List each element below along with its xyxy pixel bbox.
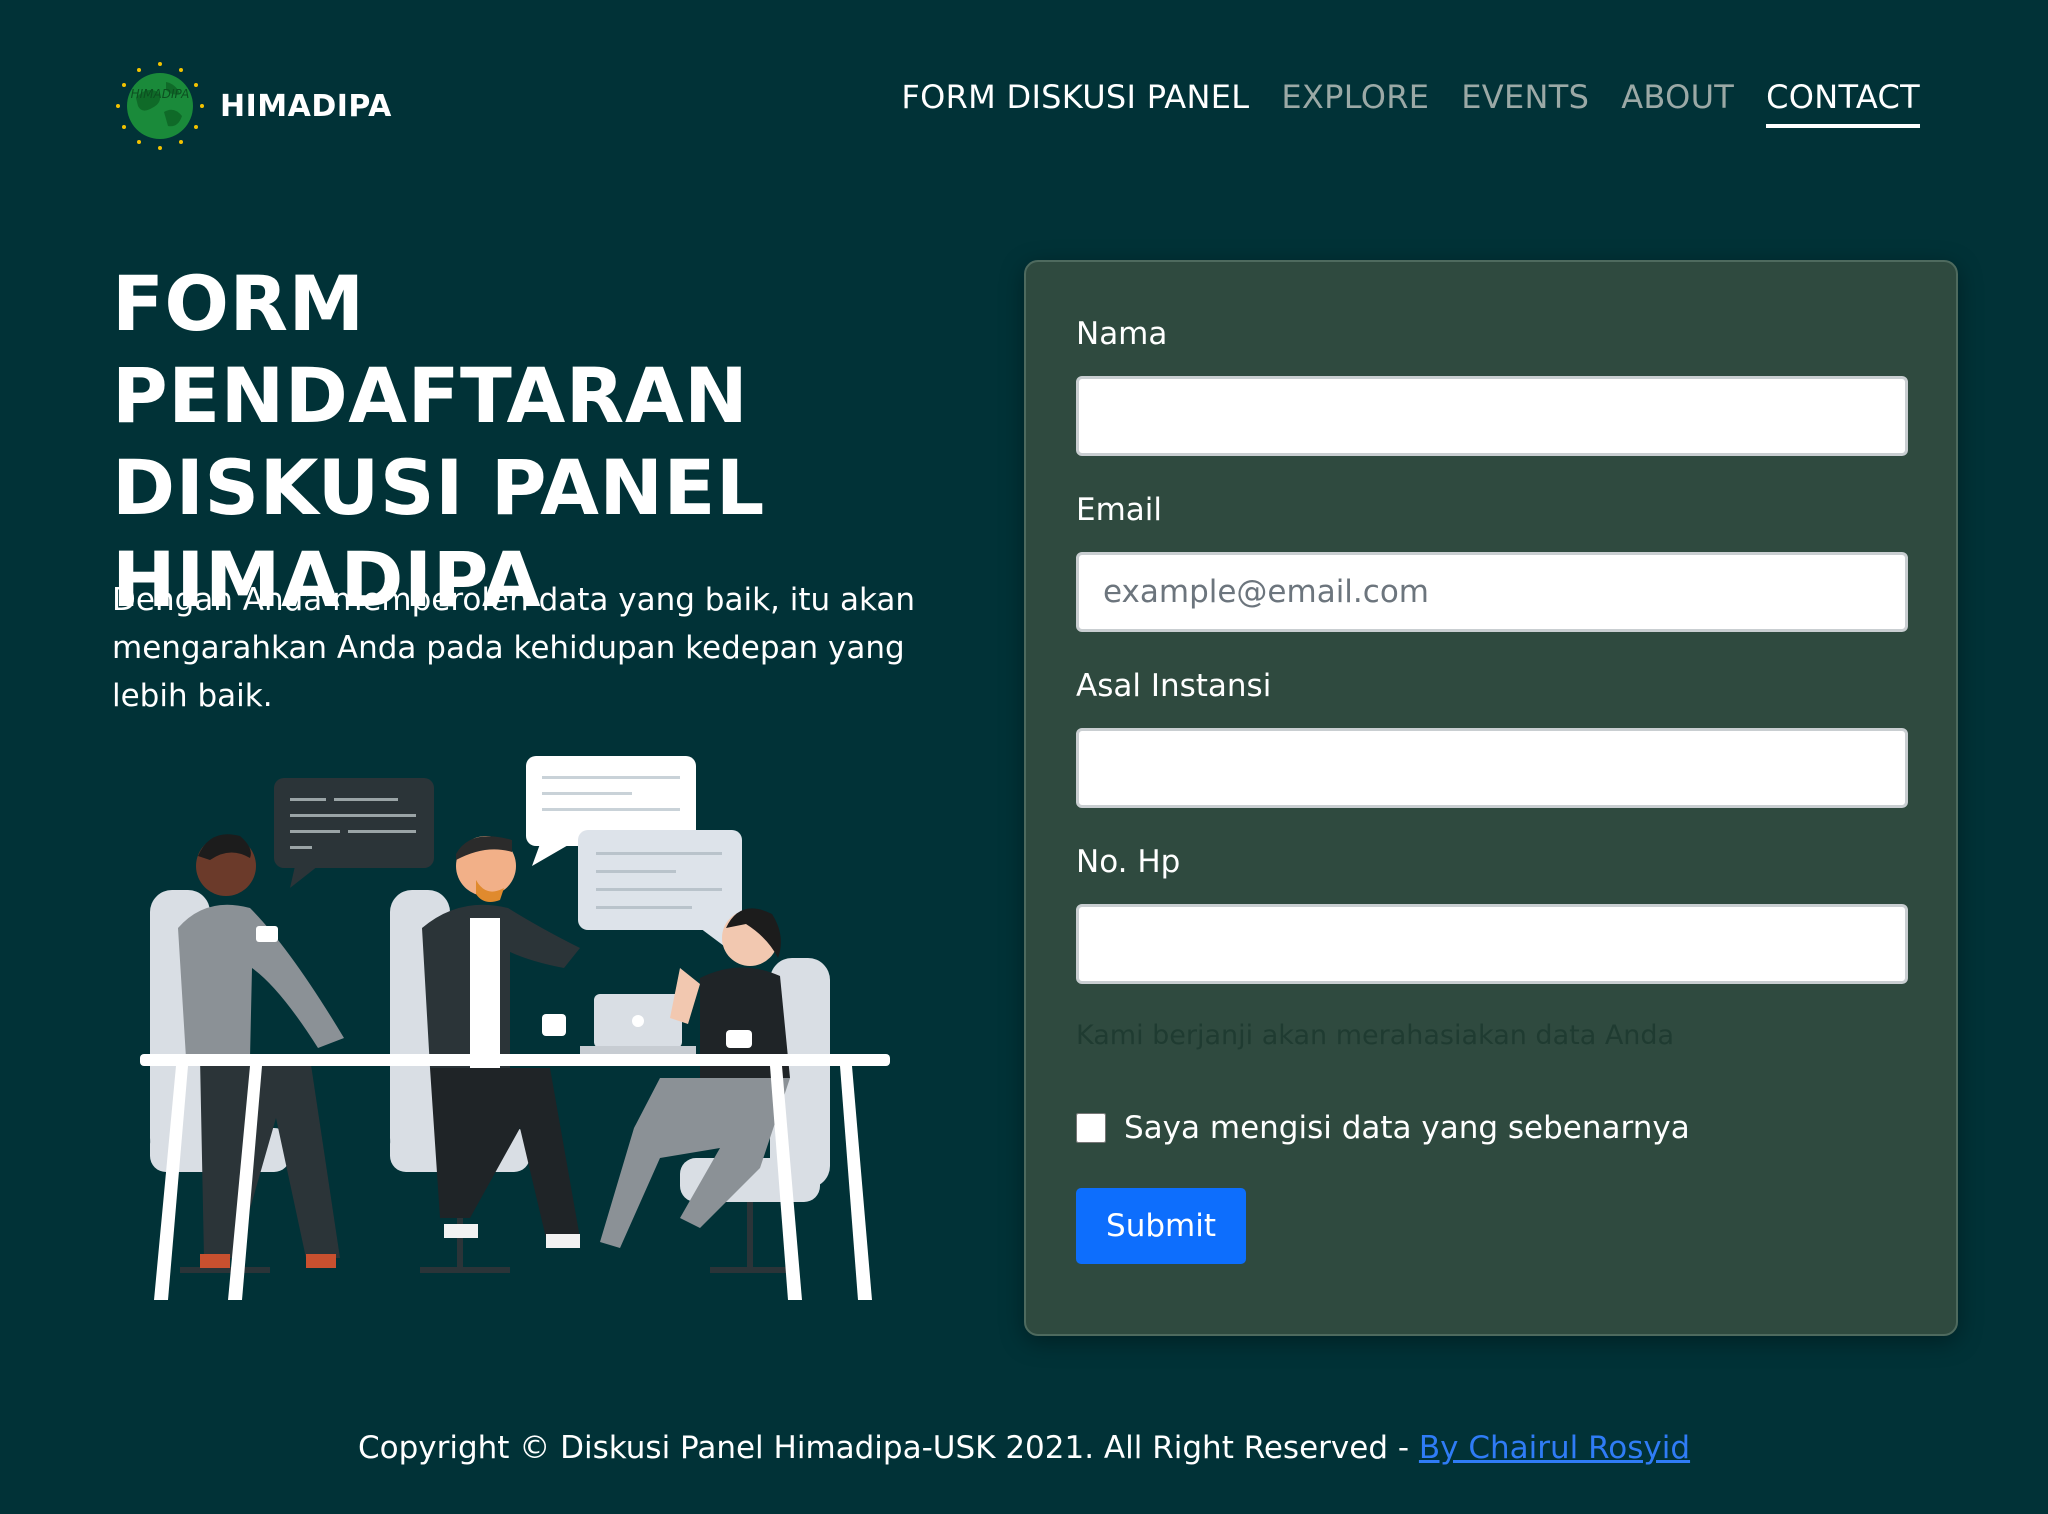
- no-hp-label: No. Hp: [1076, 844, 1181, 880]
- footer-author-link[interactable]: By Chairul Rosyid: [1419, 1430, 1690, 1466]
- nav-item-contact[interactable]: CONTACT: [1766, 78, 1920, 128]
- nama-input[interactable]: [1076, 376, 1908, 456]
- brand-home-link[interactable]: HIMADIPA HIMADIPA: [112, 58, 392, 154]
- page-title: FORM PENDAFTARAN DISKUSI PANEL HIMADIPA: [112, 258, 992, 626]
- asal-instansi-input[interactable]: [1076, 728, 1908, 808]
- main-nav: FORM DISKUSI PANEL EXPLORE EVENTS ABOUT …: [901, 78, 1920, 128]
- team-discussion-illustration-icon: [140, 756, 890, 1300]
- agreement-checkbox-label[interactable]: Saya mengisi data yang sebenarnya: [1124, 1110, 1690, 1146]
- himadipa-logo-icon: HIMADIPA: [116, 62, 204, 150]
- brand-name: HIMADIPA: [220, 88, 392, 124]
- email-input[interactable]: [1076, 552, 1908, 632]
- agreement-checkbox-row: Saya mengisi data yang sebenarnya: [1076, 1110, 1690, 1146]
- privacy-helper-text: Kami berjanji akan merahasiakan data And…: [1076, 1020, 1675, 1051]
- nav-item-form-diskusi-panel[interactable]: FORM DISKUSI PANEL: [901, 78, 1249, 124]
- email-label: Email: [1076, 492, 1163, 528]
- nav-item-explore[interactable]: EXPLORE: [1281, 78, 1429, 124]
- nav-item-events[interactable]: EVENTS: [1461, 78, 1589, 124]
- nav-item-about[interactable]: ABOUT: [1621, 78, 1734, 124]
- footer-copyright: Copyright © Diskusi Panel Himadipa-USK 2…: [357, 1430, 1410, 1466]
- hero-description: Dengan Anda memperoleh data yang baik, i…: [112, 582, 916, 714]
- asal-instansi-label: Asal Instansi: [1076, 668, 1272, 704]
- agreement-checkbox[interactable]: [1076, 1113, 1106, 1143]
- submit-button[interactable]: Submit: [1076, 1188, 1246, 1264]
- registration-form-card: Nama Email Asal Instansi No. Hp Kami ber…: [1024, 260, 1958, 1336]
- footer: Copyright © Diskusi Panel Himadipa-USK 2…: [0, 1430, 2048, 1466]
- page-title-line-1: FORM PENDAFTARAN: [112, 259, 749, 440]
- navbar: HIMADIPA HIMADIPA FORM DISKUSI PANEL EXP…: [0, 0, 2048, 200]
- speech-bubble-dark-icon: [274, 778, 434, 888]
- logo-lettering: HIMADIPA: [131, 87, 190, 101]
- no-hp-input[interactable]: [1076, 904, 1908, 984]
- nama-label: Nama: [1076, 316, 1168, 352]
- page-title-line-2: DISKUSI PANEL: [112, 443, 765, 532]
- speech-bubble-gray-icon: [578, 830, 742, 958]
- person-middle-icon: [422, 836, 580, 1248]
